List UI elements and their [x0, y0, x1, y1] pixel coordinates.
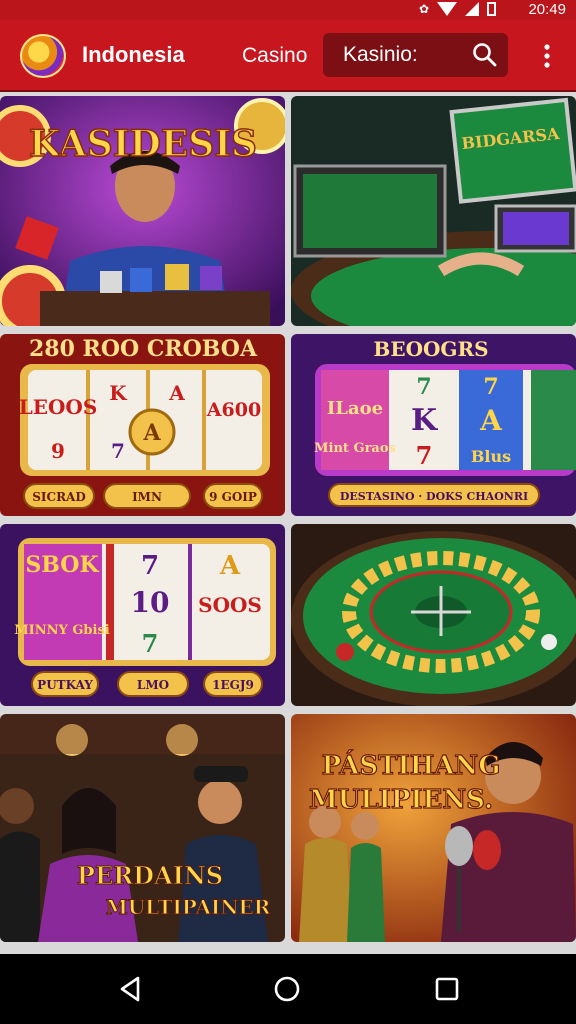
reel-symbol: SBOK	[25, 552, 99, 578]
reel-symbol: SOOS	[198, 593, 262, 617]
tile-art: BIDGARSA	[291, 96, 576, 326]
reel-symbol: 7	[483, 374, 498, 400]
search-bar[interactable]: Kasinio:	[323, 33, 508, 77]
game-tile-slot-3[interactable]: SBOK 7 A 10 SOOS MINNY Gbisi 7 PUTKAY LM…	[0, 524, 285, 706]
search-icon[interactable]	[472, 42, 498, 68]
reel-symbol: 7	[142, 629, 159, 658]
tile-title-line-2: MULTIPAINER	[106, 895, 271, 919]
reel-symbol: 7	[141, 551, 159, 581]
game-tile-multiplayer[interactable]: PERDAINS MULTIPAINER	[0, 714, 285, 942]
reel-symbol: 7	[111, 439, 125, 463]
slot-button-1[interactable]: SICRAD	[32, 490, 86, 504]
tile-art: KASIDESIS	[0, 96, 285, 326]
reel-symbol: A	[142, 420, 161, 446]
battery-icon	[487, 2, 496, 16]
recents-icon[interactable]	[432, 974, 462, 1004]
status-icons: ✿	[419, 2, 496, 16]
slot-button-1[interactable]: PUTKAY	[37, 678, 93, 692]
app-logo[interactable]	[20, 34, 66, 78]
reel-symbol: K	[109, 381, 127, 405]
slot-button-3[interactable]: 9 GOIP	[209, 490, 257, 504]
reel-symbol: A600	[206, 399, 261, 421]
tile-title-line-2: MULIPIENS.	[309, 785, 493, 815]
notification-icon: ✿	[418, 2, 429, 16]
tile-title-line-1: PERDAINS	[77, 861, 223, 890]
tile-art: 280 ROO CROBOA LEOOS K A A A600 9 7 SICR…	[0, 334, 285, 516]
tile-art	[291, 524, 576, 706]
reel-symbol: Blus	[471, 447, 511, 466]
tile-art: PERDAINS MULTIPAINER	[0, 714, 285, 942]
reel-symbol: K	[411, 403, 438, 438]
tile-art: PÁSTIHANG MULIPIENS.	[291, 714, 576, 942]
wifi-icon	[437, 2, 457, 16]
game-tile-slot-1[interactable]: 280 ROO CROBOA LEOOS K A A A600 9 7 SICR…	[0, 334, 285, 516]
reel-symbol: MINNY Gbisi	[14, 623, 109, 638]
tile-art: SBOK 7 A 10 SOOS MINNY Gbisi 7 PUTKAY LM…	[0, 524, 285, 706]
status-bar: ✿ 20:49	[0, 0, 576, 20]
tile-title: KASIDESIS	[29, 123, 257, 165]
reel-symbol: Mint Graos	[314, 441, 396, 456]
reel-symbol: A	[219, 551, 241, 581]
home-icon[interactable]	[272, 974, 302, 1004]
signal-icon	[465, 2, 479, 16]
tile-title: 280 ROO CROBOA	[29, 336, 258, 362]
game-tile-karaoke[interactable]: PÁSTIHANG MULIPIENS.	[291, 714, 576, 942]
app-bar: Indonesia Casino Kasinio:	[0, 20, 576, 92]
more-menu-icon[interactable]	[540, 42, 554, 70]
reel-symbol: A	[168, 381, 185, 405]
reel-symbol: LEOOS	[19, 395, 98, 419]
game-tile-roulette[interactable]	[291, 524, 576, 706]
status-time: 20:49	[528, 1, 566, 18]
slot-button-2[interactable]: IMN	[132, 490, 162, 504]
tab-casino[interactable]: Casino	[242, 44, 307, 68]
game-tile-beoogrs[interactable]: BEOOGRS ILaoe 7 K A 7 Mint Graos 7 Blus …	[291, 334, 576, 516]
tile-art: BEOOGRS ILaoe 7 K A 7 Mint Graos 7 Blus …	[291, 334, 576, 516]
game-grid: KASIDESIS BIDGARSA 280 ROO CROBOA LEOOS …	[0, 92, 576, 954]
reel-symbol: 7	[416, 374, 431, 400]
reel-symbol: A	[479, 404, 503, 437]
game-tile-bidgarsa[interactable]: BIDGARSA	[291, 96, 576, 326]
game-tile-kasidesis[interactable]: KASIDESIS	[0, 96, 285, 326]
slot-button-3[interactable]: 1EGJ9	[212, 678, 254, 692]
reel-symbol: 9	[51, 439, 65, 463]
tile-title-line-1: PÁSTIHANG	[322, 749, 501, 781]
app-title: Indonesia	[82, 42, 185, 67]
back-icon[interactable]	[116, 974, 146, 1004]
tile-title: BEOOGRS	[373, 337, 488, 361]
reel-symbol: 7	[416, 441, 433, 470]
search-input[interactable]: Kasinio:	[343, 43, 418, 67]
reel-symbol: ILaoe	[327, 398, 383, 419]
reel-symbol: 10	[131, 586, 170, 619]
slot-button-2[interactable]: LMO	[137, 678, 169, 692]
slot-button-1[interactable]: DESTASINO · DOKS CHAONRI	[340, 490, 528, 503]
system-nav-bar	[0, 954, 576, 1024]
